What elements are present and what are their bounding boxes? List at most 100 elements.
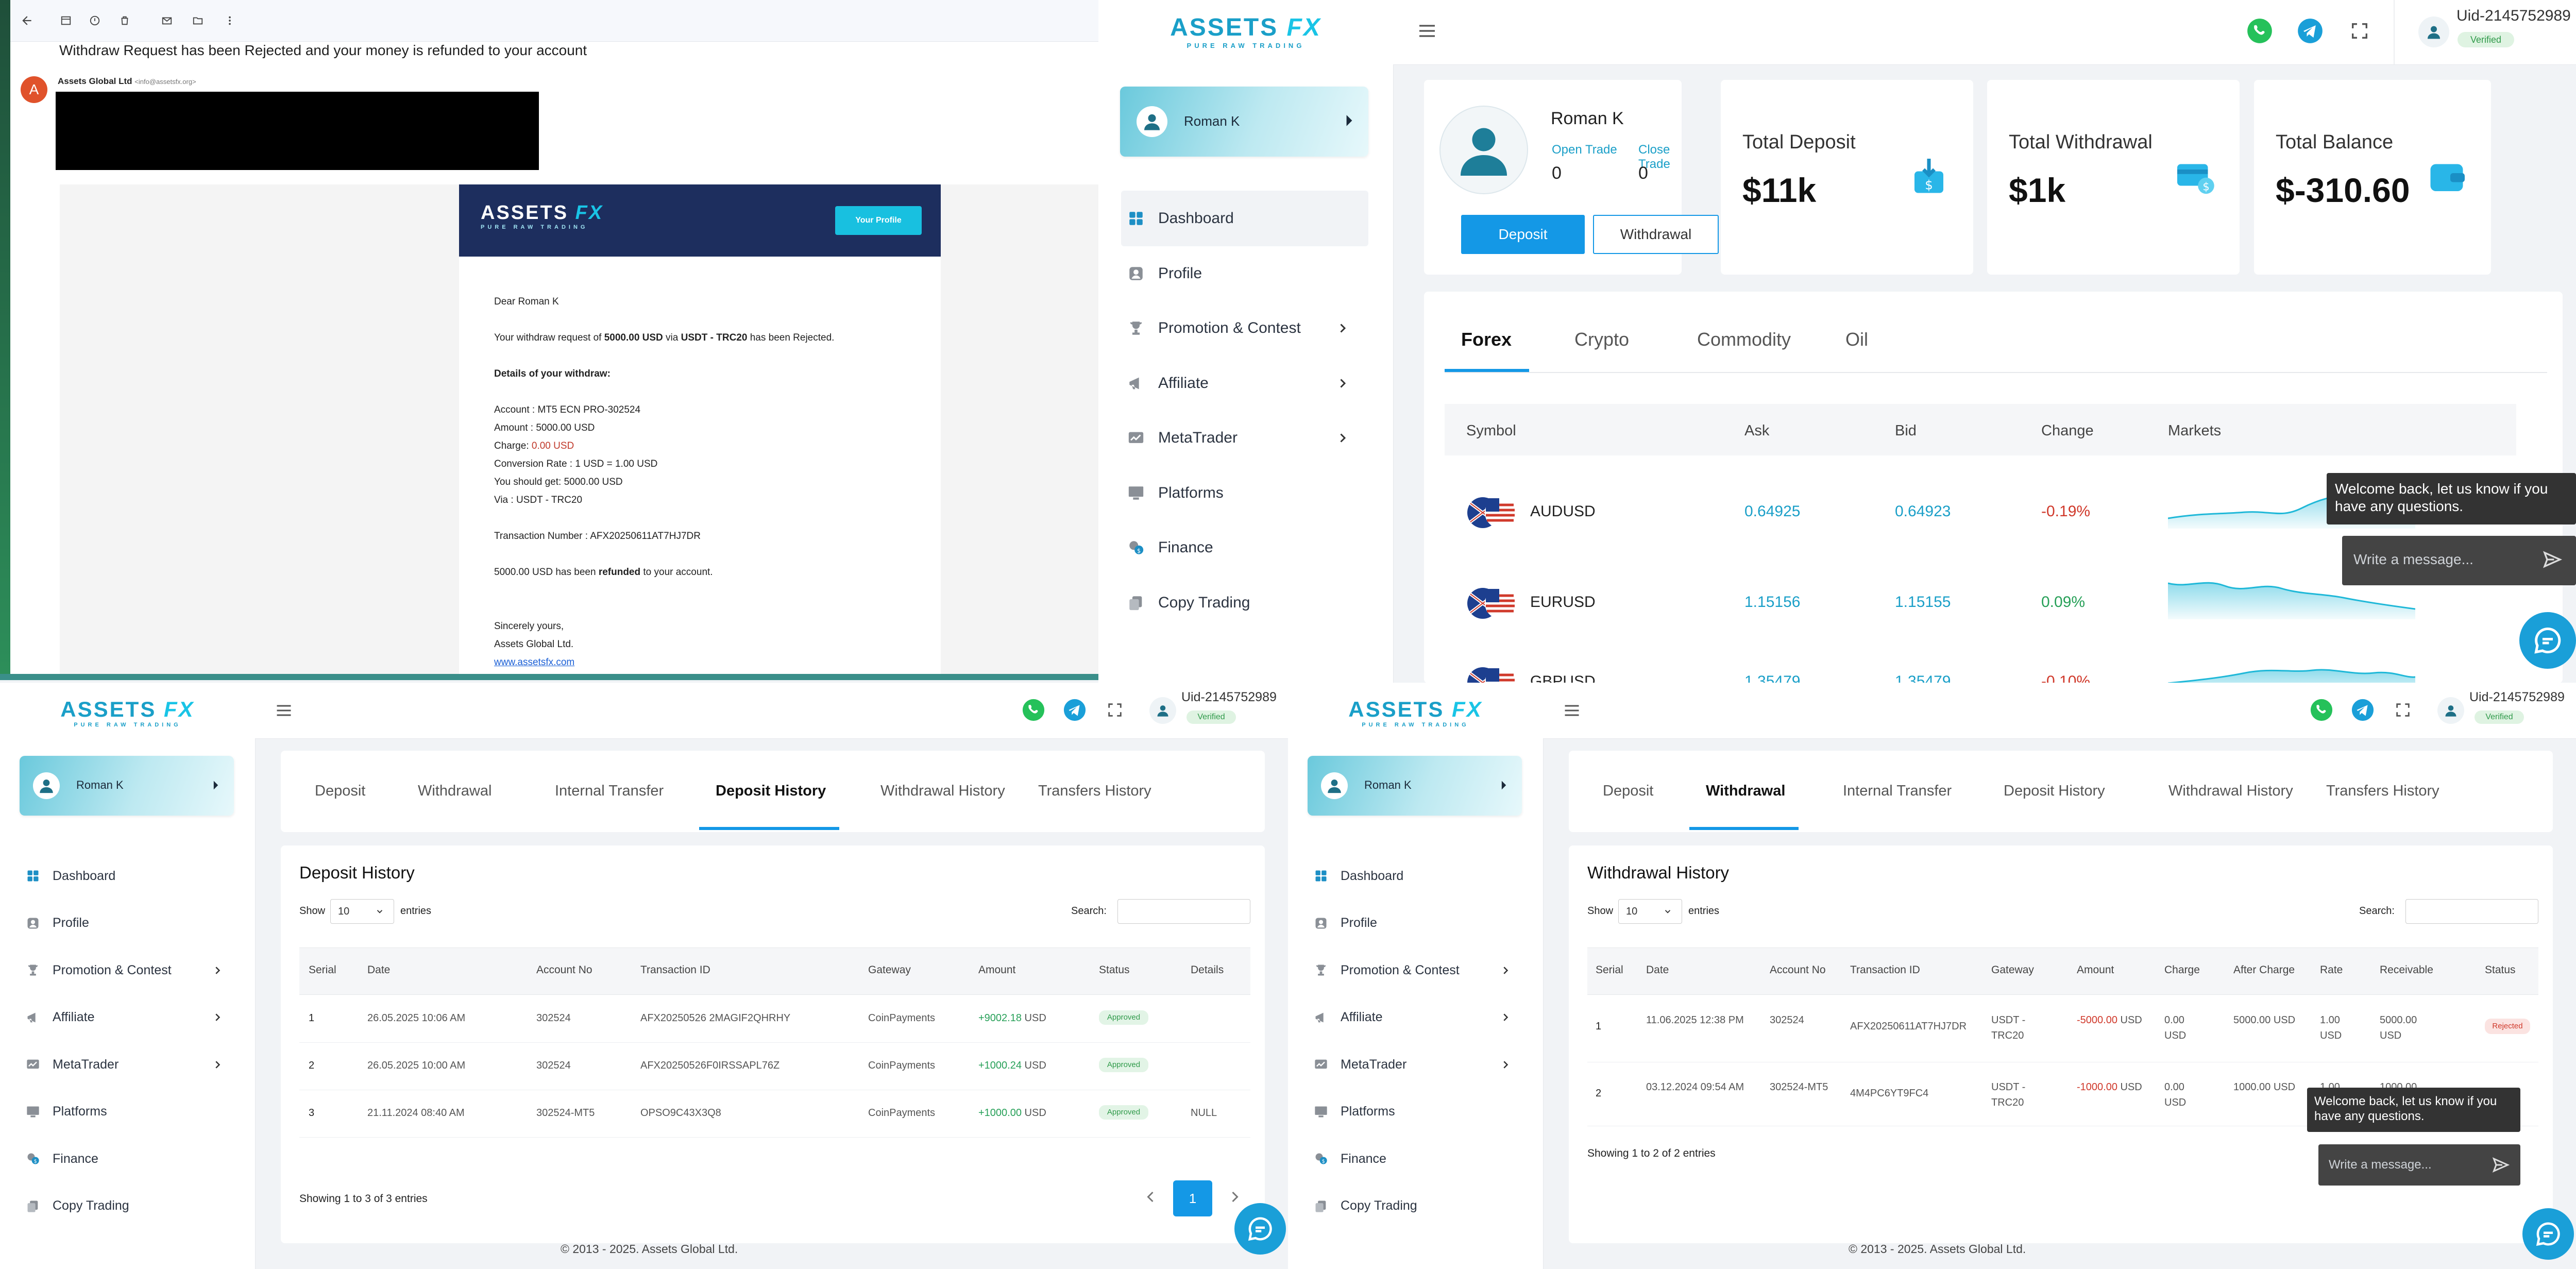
column-header-transaction-id[interactable]: Transaction ID <box>640 964 710 976</box>
fullscreen-icon[interactable] <box>2394 701 2412 719</box>
user-avatar-icon[interactable] <box>1149 697 1176 724</box>
column-header-status[interactable]: Status <box>2485 964 2516 976</box>
hamburger-menu-icon[interactable] <box>275 701 293 720</box>
column-header-serial[interactable]: Serial <box>1596 964 1623 976</box>
report-spam-icon[interactable] <box>88 13 102 28</box>
market-tab-forex[interactable]: Forex <box>1461 329 1512 350</box>
sidebar-item-copy-trading[interactable]: Copy Trading <box>1309 1188 1525 1224</box>
website-link[interactable]: www.assetsfx.com <box>494 657 574 668</box>
sidebar-item-affiliate[interactable]: Affiliate <box>1309 1000 1525 1036</box>
sidebar-item-promotion-contest[interactable]: Promotion & Contest <box>1121 300 1368 356</box>
column-header-after-charge[interactable]: After Charge <box>2233 964 2295 976</box>
open-trade-label[interactable]: Open Trade <box>1552 143 1617 157</box>
sidebar-item-promotion-contest[interactable]: Promotion & Contest <box>21 952 237 988</box>
column-header-charge[interactable]: Charge <box>2164 964 2200 976</box>
tab-withdrawal-history[interactable]: Withdrawal History <box>880 783 1005 800</box>
column-header-account-no[interactable]: Account No <box>536 964 592 976</box>
market-tab-commodity[interactable]: Commodity <box>1697 329 1791 350</box>
sidebar-item-dashboard[interactable]: Dashboard <box>21 858 237 894</box>
archive-icon[interactable] <box>59 13 73 28</box>
tab-withdrawal[interactable]: Withdrawal <box>1706 783 1785 800</box>
sidebar-item-dashboard[interactable]: Dashboard <box>1121 191 1368 246</box>
prev-page-icon[interactable] <box>1141 1188 1160 1206</box>
fullscreen-icon[interactable] <box>1106 701 1124 719</box>
sidebar-item-affiliate[interactable]: Affiliate <box>21 1000 237 1036</box>
telegram-icon[interactable] <box>2297 18 2324 44</box>
search-input[interactable] <box>1117 899 1250 924</box>
column-header-details[interactable]: Details <box>1191 964 1224 976</box>
entries-select[interactable]: 10 <box>1618 899 1682 924</box>
sidebar-item-finance[interactable]: $ Finance <box>1309 1141 1525 1177</box>
sidebar-item-platforms[interactable]: Platforms <box>1309 1094 1525 1130</box>
chat-launcher-button[interactable] <box>2522 1208 2574 1260</box>
column-header-account-no[interactable]: Account No <box>1770 964 1826 976</box>
telegram-icon[interactable] <box>1063 698 1087 722</box>
user-card[interactable]: Roman K <box>1120 87 1368 157</box>
market-symbol[interactable]: EURUSD <box>1530 594 1596 611</box>
telegram-icon[interactable] <box>2351 698 2375 722</box>
page-1-button[interactable]: 1 <box>1173 1180 1212 1216</box>
column-header-date[interactable]: Date <box>367 964 390 976</box>
tab-internal-transfer[interactable]: Internal Transfer <box>1843 783 1952 800</box>
sidebar-item-profile[interactable]: Profile <box>1309 905 1525 941</box>
move-to-icon[interactable] <box>191 13 205 28</box>
sidebar-item-platforms[interactable]: Platforms <box>21 1094 237 1130</box>
sidebar-item-platforms[interactable]: Platforms <box>1121 465 1368 521</box>
delete-icon[interactable] <box>117 13 132 28</box>
chat-launcher-button[interactable] <box>1234 1203 1286 1255</box>
sidebar-item-finance[interactable]: $ Finance <box>1121 520 1368 576</box>
tab-transfers-history[interactable]: Transfers History <box>2326 783 2439 800</box>
sidebar-item-metatrader[interactable]: MetaTrader <box>21 1046 237 1082</box>
column-header-transaction-id[interactable]: Transaction ID <box>1850 964 1920 976</box>
tab-transfers-history[interactable]: Transfers History <box>1038 783 1151 800</box>
withdrawal-button[interactable]: Withdrawal <box>1593 215 1719 254</box>
deposit-button[interactable]: Deposit <box>1461 215 1585 254</box>
sidebar-item-finance[interactable]: $ Finance <box>21 1141 237 1177</box>
sidebar-item-metatrader[interactable]: MetaTrader <box>1309 1046 1525 1082</box>
search-input[interactable] <box>2405 899 2538 924</box>
hamburger-menu-icon[interactable] <box>1417 21 1437 41</box>
more-vertical-icon[interactable] <box>223 13 237 28</box>
whatsapp-icon[interactable] <box>2246 18 2273 44</box>
back-arrow-icon[interactable] <box>20 13 34 28</box>
market-tab-crypto[interactable]: Crypto <box>1574 329 1629 350</box>
tab-deposit[interactable]: Deposit <box>315 783 365 800</box>
tab-withdrawal[interactable]: Withdrawal <box>418 783 492 800</box>
column-header-rate[interactable]: Rate <box>2320 964 2343 976</box>
chat-launcher-button[interactable] <box>2519 612 2576 669</box>
your-profile-button[interactable]: Your Profile <box>835 206 922 235</box>
column-header-amount[interactable]: Amount <box>2077 964 2114 976</box>
column-header-gateway[interactable]: Gateway <box>868 964 911 976</box>
sidebar-item-affiliate[interactable]: Affiliate <box>1121 356 1368 411</box>
send-icon[interactable] <box>2542 549 2563 570</box>
tab-withdrawal-history[interactable]: Withdrawal History <box>2168 783 2293 800</box>
tab-deposit-history[interactable]: Deposit History <box>716 783 826 800</box>
whatsapp-icon[interactable] <box>2310 698 2333 722</box>
chat-message-input[interactable]: Write a message... <box>2318 1144 2520 1186</box>
entries-select[interactable]: 10 <box>330 899 394 924</box>
tab-deposit-history[interactable]: Deposit History <box>2004 783 2105 800</box>
next-page-icon[interactable] <box>1226 1188 1244 1206</box>
sidebar-item-metatrader[interactable]: MetaTrader <box>1121 410 1368 466</box>
column-header-status[interactable]: Status <box>1099 964 1130 976</box>
column-header-serial[interactable]: Serial <box>309 964 336 976</box>
user-card[interactable]: Roman K <box>1308 756 1522 816</box>
column-header-receivable[interactable]: Receivable <box>2380 964 2433 976</box>
market-symbol[interactable]: AUDUSD <box>1530 503 1596 520</box>
send-icon[interactable] <box>2492 1156 2510 1174</box>
tab-deposit[interactable]: Deposit <box>1603 783 1653 800</box>
column-header-date[interactable]: Date <box>1646 964 1669 976</box>
tab-internal-transfer[interactable]: Internal Transfer <box>555 783 664 800</box>
user-avatar-icon[interactable] <box>2418 16 2449 47</box>
whatsapp-icon[interactable] <box>1022 698 1045 722</box>
sidebar-item-profile[interactable]: Profile <box>1121 246 1368 301</box>
fullscreen-icon[interactable] <box>2349 21 2370 41</box>
sidebar-item-copy-trading[interactable]: Copy Trading <box>1121 575 1368 631</box>
sidebar-item-promotion-contest[interactable]: Promotion & Contest <box>1309 952 1525 988</box>
sidebar-item-dashboard[interactable]: Dashboard <box>1309 858 1525 894</box>
user-avatar-icon[interactable] <box>2437 697 2464 724</box>
sidebar-item-profile[interactable]: Profile <box>21 905 237 941</box>
user-card[interactable]: Roman K <box>20 756 234 816</box>
hamburger-menu-icon[interactable] <box>1563 701 1581 720</box>
sidebar-item-copy-trading[interactable]: Copy Trading <box>21 1188 237 1224</box>
